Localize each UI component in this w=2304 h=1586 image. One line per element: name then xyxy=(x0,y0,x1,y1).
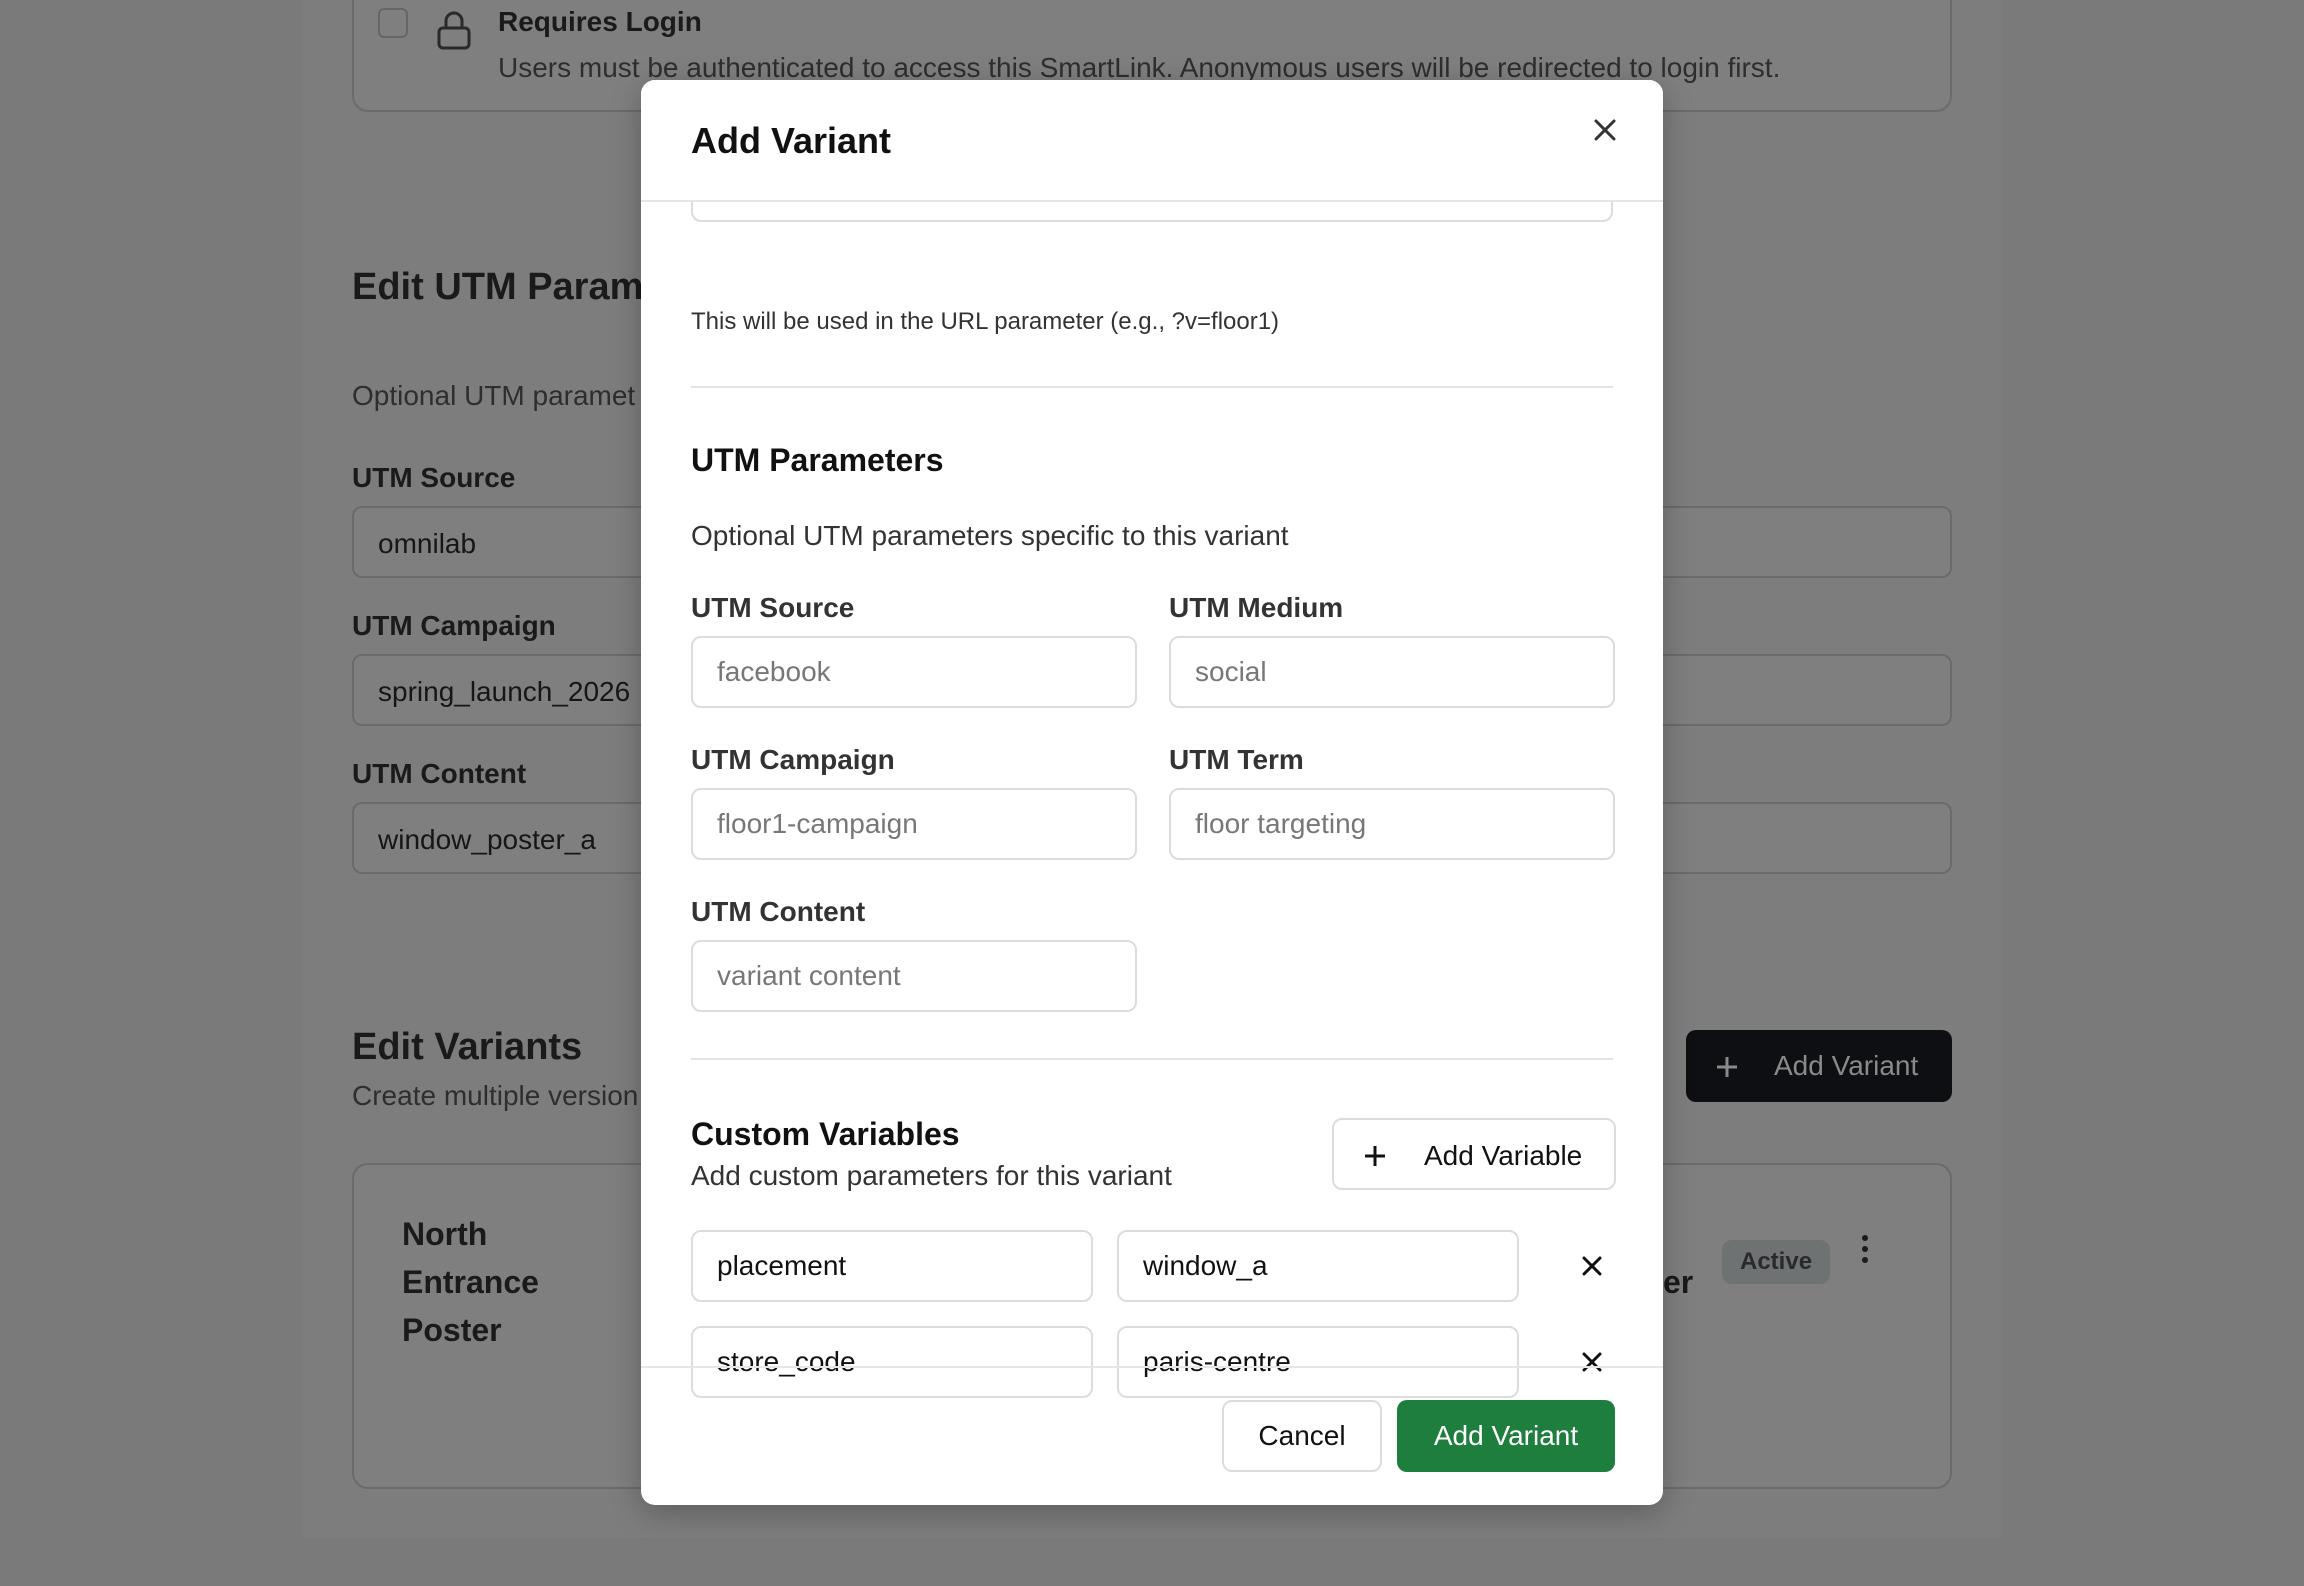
add-variable-button[interactable]: Add Variable xyxy=(1332,1118,1616,1190)
utm-term-label: UTM Term xyxy=(1169,744,1304,775)
variant-card-title: North Entrance Poster xyxy=(402,1216,539,1348)
utm-parameters-subtitle: Optional UTM parameters specific to this… xyxy=(691,520,1289,551)
modal-footer: Cancel Add Variant xyxy=(641,1366,1663,1505)
modal-header: Add Variant xyxy=(641,80,1663,202)
utm-section-subtitle: Optional UTM paramet xyxy=(352,380,636,411)
lock-icon xyxy=(437,11,471,50)
custom-variable-value[interactable] xyxy=(1117,1230,1519,1302)
plus-icon xyxy=(1365,1146,1385,1166)
utm-source-label: UTM Source xyxy=(352,462,516,493)
variants-section-subtitle: Create multiple version xyxy=(352,1080,639,1111)
variant-card-fragment: er xyxy=(1663,1264,1694,1300)
utm-term-field[interactable] xyxy=(1169,788,1615,860)
utm-content-label: UTM Content xyxy=(352,758,527,789)
utm-medium-field[interactable] xyxy=(1169,636,1615,708)
utm-content-value: window_poster_a xyxy=(378,824,596,855)
bg-add-variant-button[interactable]: Add Variant xyxy=(1686,1030,1952,1102)
utm-source-label: UTM Source xyxy=(691,592,855,623)
add-variant-modal: Add Variant This will be used in the URL… xyxy=(641,80,1663,1505)
bg-add-variant-label: Add Variant xyxy=(1774,1050,1919,1081)
requires-login-checkbox[interactable] xyxy=(378,8,408,38)
requires-login-title: Requires Login xyxy=(498,6,702,37)
plus-icon xyxy=(1717,1057,1737,1077)
utm-campaign-label: UTM Campaign xyxy=(691,744,895,775)
url-param-hint: This will be used in the URL parameter (… xyxy=(691,308,1280,335)
close-icon[interactable] xyxy=(1587,112,1623,148)
more-vertical-icon[interactable] xyxy=(1855,1234,1875,1264)
utm-campaign-field[interactable] xyxy=(691,788,1137,860)
divider xyxy=(691,386,1613,388)
remove-variable-icon[interactable] xyxy=(1577,1251,1607,1281)
add-variant-button[interactable]: Add Variant xyxy=(1397,1400,1615,1472)
utm-content-label: UTM Content xyxy=(691,896,866,927)
custom-variable-key[interactable] xyxy=(691,1230,1093,1302)
divider xyxy=(691,1058,1613,1060)
cancel-button[interactable]: Cancel xyxy=(1222,1400,1382,1472)
utm-content-field[interactable] xyxy=(691,940,1137,1012)
utm-medium-label: UTM Medium xyxy=(1169,592,1344,623)
modal-body: This will be used in the URL parameter (… xyxy=(641,182,1663,1446)
custom-variables-subtitle: Add custom parameters for this variant xyxy=(691,1160,1172,1191)
custom-variables-title: Custom Variables xyxy=(691,1116,960,1152)
utm-section-title: Edit UTM Parame xyxy=(352,266,665,308)
status-badge: Active xyxy=(1722,1240,1831,1284)
add-variable-label: Add Variable xyxy=(1424,1140,1583,1171)
cancel-label: Cancel xyxy=(1258,1420,1346,1451)
utm-campaign-value: spring_launch_2026 xyxy=(378,676,631,707)
variants-section-title: Edit Variants xyxy=(352,1026,583,1068)
add-variant-label: Add Variant xyxy=(1433,1420,1579,1451)
modal-title: Add Variant xyxy=(691,120,892,161)
utm-campaign-label: UTM Campaign xyxy=(352,610,556,641)
utm-source-field[interactable] xyxy=(691,636,1137,708)
utm-parameters-title: UTM Parameters xyxy=(691,442,944,478)
utm-source-value: omnilab xyxy=(378,528,477,559)
